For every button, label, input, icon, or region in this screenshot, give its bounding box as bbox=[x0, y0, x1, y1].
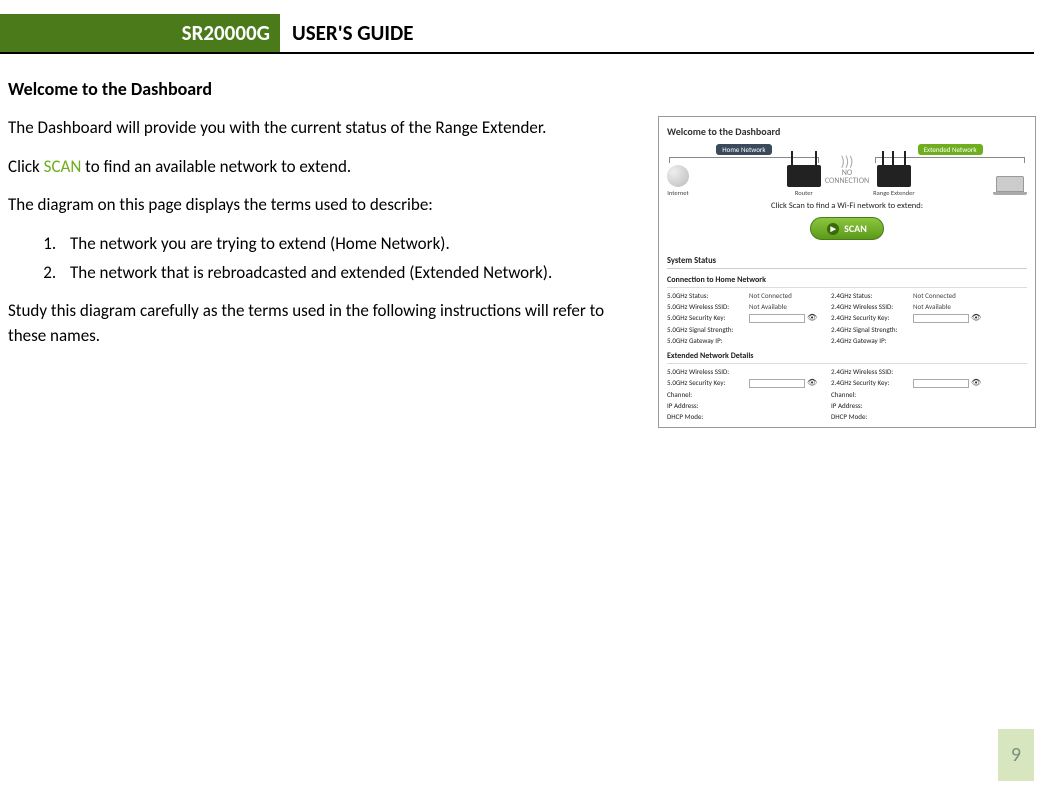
scan-button[interactable]: ▶ SCAN bbox=[810, 217, 884, 240]
security-key-input[interactable] bbox=[913, 379, 969, 388]
no-connection-label: NOCONNECTION bbox=[825, 169, 869, 185]
security-key-input[interactable] bbox=[749, 314, 805, 323]
eye-icon[interactable]: 👁 bbox=[971, 313, 981, 323]
fig-title: Welcome to the Dashboard bbox=[667, 125, 1027, 138]
list-item: The network that is rebroadcasted and ex… bbox=[60, 261, 638, 286]
list-item: The network you are trying to extend (Ho… bbox=[60, 232, 638, 257]
guide-title: USER'S GUIDE bbox=[280, 14, 413, 52]
play-icon: ▶ bbox=[827, 223, 839, 235]
globe-icon bbox=[667, 165, 689, 187]
page-header: SR20000G USER'S GUIDE bbox=[0, 14, 1034, 54]
home-network-grid: 5.0GHz Status:Not Connected 2.4GHz Statu… bbox=[667, 291, 1027, 345]
section-heading: Welcome to the Dashboard bbox=[8, 78, 1042, 100]
system-status-heading: System Status bbox=[667, 254, 1027, 269]
eye-icon[interactable]: 👁 bbox=[807, 378, 817, 388]
eye-icon[interactable]: 👁 bbox=[971, 378, 981, 388]
extended-network-grid: 5.0GHz Wireless SSID: 2.4GHz Wireless SS… bbox=[667, 367, 1027, 421]
scan-keyword: SCAN bbox=[44, 156, 82, 177]
paragraph-study: Study this diagram carefully as the term… bbox=[8, 299, 638, 348]
eye-icon[interactable]: 👁 bbox=[807, 313, 817, 323]
term-list: The network you are trying to extend (Ho… bbox=[8, 232, 638, 285]
paragraph-diagram-intro: The diagram on this page displays the te… bbox=[8, 193, 638, 218]
product-badge: SR20000G bbox=[0, 14, 280, 52]
security-key-input[interactable] bbox=[913, 314, 969, 323]
extender-icon bbox=[877, 165, 911, 187]
paragraph-intro: The Dashboard will provide you with the … bbox=[8, 116, 638, 141]
connection-home-heading: Connection to Home Network bbox=[667, 273, 1027, 288]
page-number: 9 bbox=[998, 729, 1034, 781]
laptop-icon bbox=[996, 176, 1024, 192]
router-icon bbox=[787, 165, 821, 187]
extended-network-pill: Extended Network bbox=[918, 144, 983, 155]
security-key-input[interactable] bbox=[749, 379, 805, 388]
extended-details-heading: Extended Network Details bbox=[667, 349, 1027, 364]
home-network-pill: Home Network bbox=[716, 144, 771, 155]
scan-prompt: Click Scan to find a Wi-Fi network to ex… bbox=[667, 201, 1027, 211]
paragraph-scan: Click SCAN to find an available network … bbox=[8, 155, 638, 180]
body-text: The Dashboard will provide you with the … bbox=[8, 116, 638, 428]
dashboard-screenshot: Welcome to the Dashboard Home Network In… bbox=[658, 116, 1036, 428]
